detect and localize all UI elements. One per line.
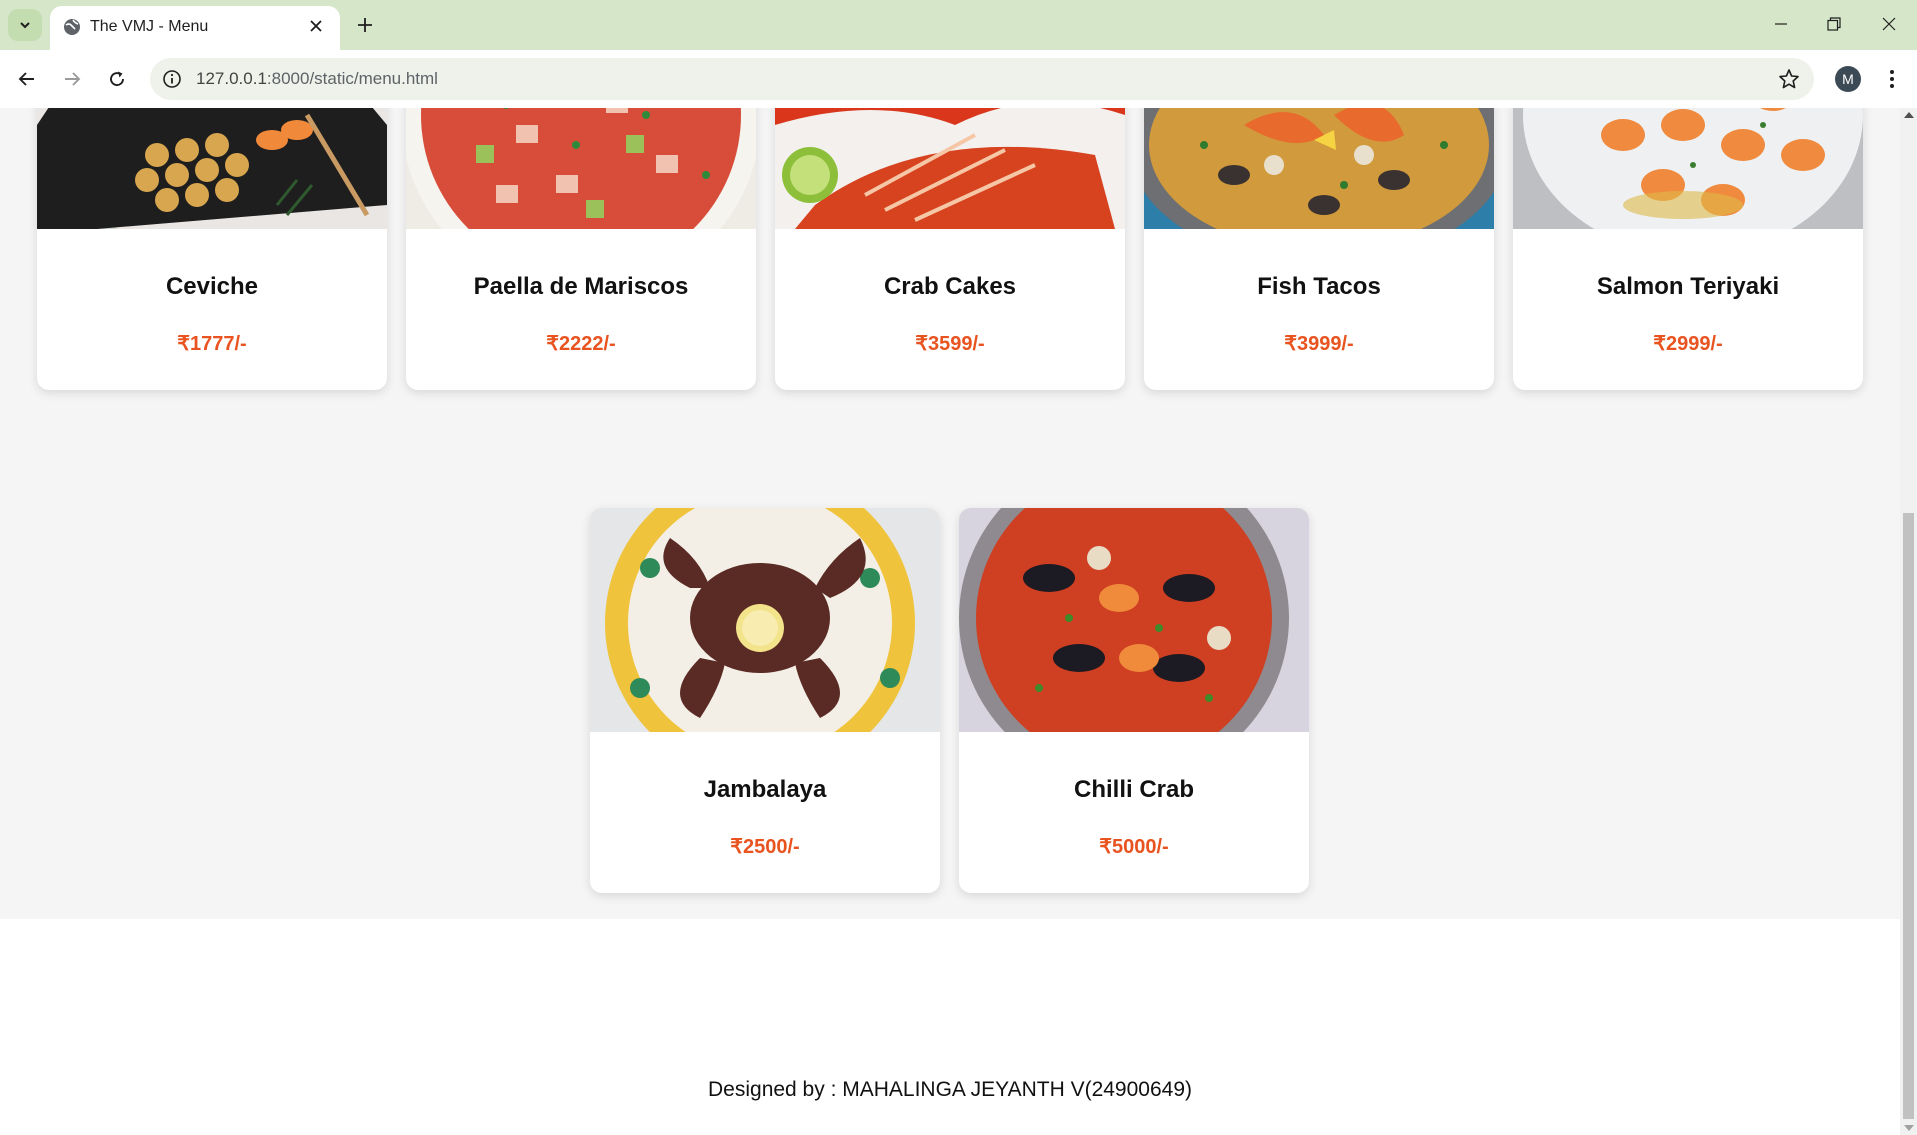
forward-icon: [65, 72, 81, 86]
url-text: 127.0.0.1:8000/static/menu.html: [196, 69, 438, 89]
menu-item-name: Paella de Mariscos: [473, 273, 689, 300]
tab-title: The VMJ - Menu: [90, 18, 209, 35]
scroll-down-arrow-icon[interactable]: [1904, 1125, 1914, 1131]
profile-avatar[interactable]: M: [1835, 66, 1861, 92]
page-viewport: Ceviche ₹1777/- Paella de Mariscos ₹2222…: [0, 108, 1900, 1135]
close-icon: [310, 20, 322, 32]
menu-item-name: Salmon Teriyaki: [1596, 273, 1780, 300]
menu-item-name: Crab Cakes: [883, 273, 1017, 300]
ceviche-bowl-photo: [406, 108, 756, 229]
grilled-octopus-photo: [590, 508, 940, 732]
reload-icon: [110, 71, 124, 86]
menu-item-price: ₹5000/-: [1099, 836, 1169, 858]
forward-button[interactable]: [56, 63, 88, 95]
browser-tab[interactable]: The VMJ - Menu: [50, 6, 340, 50]
menu-item-name: Chilli Crab: [1073, 776, 1194, 803]
browser-menu-button[interactable]: [1880, 63, 1904, 95]
tab-close-button[interactable]: [304, 14, 328, 38]
chevron-down-icon: [20, 22, 30, 29]
menu-item-price: ₹1777/-: [177, 333, 247, 355]
close-window-button[interactable]: [1861, 0, 1917, 48]
sushi-platter-photo: [37, 108, 387, 229]
globe-icon: [64, 19, 80, 35]
close-window-icon: [1882, 17, 1896, 31]
menu-item-price: ₹3999/-: [1284, 333, 1354, 355]
page-scrollbar[interactable]: [1900, 108, 1917, 1135]
back-button[interactable]: [11, 63, 43, 95]
menu-item-price: ₹2999/-: [1653, 333, 1723, 355]
reload-button[interactable]: [101, 63, 133, 95]
menu-item-price: ₹3599/-: [915, 333, 985, 355]
tab-strip: The VMJ - Menu: [0, 0, 1917, 50]
lobster-photo: [775, 108, 1125, 229]
browser-toolbar: 127.0.0.1:8000/static/menu.html M: [0, 50, 1917, 108]
menu-card[interactable]: Crab Cakes ₹3599/-: [775, 108, 1125, 390]
star-icon[interactable]: [1778, 68, 1800, 90]
back-icon: [18, 72, 34, 86]
menu-card[interactable]: Salmon Teriyaki ₹2999/-: [1513, 108, 1863, 390]
address-bar[interactable]: 127.0.0.1:8000/static/menu.html: [150, 58, 1814, 100]
restore-button[interactable]: [1806, 0, 1862, 48]
menu-card[interactable]: Jambalaya ₹2500/-: [590, 508, 940, 893]
menu-card[interactable]: Ceviche ₹1777/-: [37, 108, 387, 390]
menu-item-price: ₹2500/-: [730, 836, 800, 858]
kebab-menu-icon: [1890, 70, 1894, 88]
menu-card[interactable]: Paella de Mariscos ₹2222/-: [406, 108, 756, 390]
garlic-shrimp-photo: [1513, 108, 1863, 229]
menu-card[interactable]: Fish Tacos ₹3999/-: [1144, 108, 1494, 390]
seafood-paella-photo: [1144, 108, 1494, 229]
menu-item-name: Jambalaya: [703, 776, 827, 803]
minimize-button[interactable]: [1753, 0, 1809, 48]
page-footer: [0, 919, 1900, 1135]
seafood-stew-photo: [959, 508, 1309, 732]
plus-icon: [358, 18, 372, 32]
menu-item-price: ₹2222/-: [546, 333, 616, 355]
restore-icon: [1827, 17, 1841, 31]
footer-credit: Designed by : MAHALINGA JEYANTH V(249006…: [708, 1078, 1192, 1101]
minimize-icon: [1775, 23, 1787, 25]
scrollbar-thumb[interactable]: [1903, 513, 1914, 1119]
info-icon[interactable]: [162, 69, 182, 89]
menu-item-name: Fish Tacos: [1257, 273, 1381, 300]
tab-search-button[interactable]: [8, 9, 42, 41]
url-host: 127.0.0.1: [196, 69, 267, 88]
scroll-up-arrow-icon[interactable]: [1904, 112, 1914, 118]
new-tab-button[interactable]: [352, 12, 378, 38]
menu-item-name: Ceviche: [165, 273, 259, 300]
url-path: :8000/static/menu.html: [266, 69, 438, 88]
menu-card[interactable]: Chilli Crab ₹5000/-: [959, 508, 1309, 893]
